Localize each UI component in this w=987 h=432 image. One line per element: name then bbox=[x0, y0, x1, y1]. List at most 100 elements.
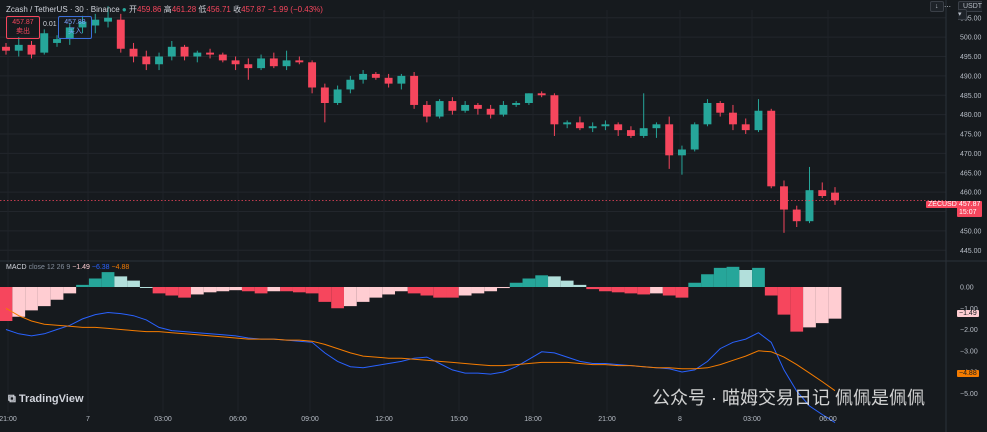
price-axis-label: 470.00 bbox=[960, 151, 982, 158]
candle-body bbox=[767, 110, 776, 187]
macd-axis-label: −5.00 bbox=[960, 391, 978, 398]
macd-histogram-bar bbox=[369, 287, 383, 298]
macd-legend: MACD close 12 26 9 −1.49 −6.38 −4.88 bbox=[6, 264, 129, 271]
macd-histogram-bar bbox=[25, 287, 38, 311]
candle-body bbox=[167, 46, 176, 57]
macd-histogram-bar bbox=[573, 284, 587, 287]
macd-histogram-bar bbox=[497, 287, 510, 289]
logo-text: TradingView bbox=[18, 393, 84, 405]
candle-body bbox=[473, 104, 482, 109]
candle-body bbox=[257, 58, 266, 69]
macd-axis-label: −3.00 bbox=[960, 348, 978, 355]
candle-body bbox=[486, 108, 495, 115]
candle-body bbox=[384, 77, 393, 84]
macd-histogram-bar bbox=[394, 287, 408, 292]
tv-icon: ⧉ bbox=[8, 393, 19, 405]
time-axis-label: 09:00 bbox=[301, 416, 319, 423]
price-axis-label: 465.00 bbox=[960, 170, 982, 177]
chart-canvas[interactable]: 445.00450.00455.00460.00465.00470.00475.… bbox=[0, 0, 987, 432]
macd-histogram-bar bbox=[76, 284, 89, 287]
more-icon[interactable]: ⋯ bbox=[944, 3, 951, 11]
macd-histogram-bar bbox=[127, 280, 140, 287]
macd-histogram-bar bbox=[560, 280, 574, 287]
buy-button[interactable]: 457.88 买入 bbox=[58, 16, 92, 39]
currency-select[interactable]: USDT ▾ bbox=[958, 1, 987, 20]
macd-histogram-bar bbox=[777, 287, 791, 315]
macd-histogram-bar bbox=[803, 287, 816, 328]
macd-hist-value: −1.49 bbox=[72, 264, 90, 271]
price-axis-label: 450.00 bbox=[960, 228, 982, 235]
candle-body bbox=[805, 190, 814, 222]
price-axis-label: 475.00 bbox=[960, 132, 982, 139]
close-value: 457.87 bbox=[241, 5, 266, 14]
macd-histogram-bar bbox=[828, 287, 842, 319]
candle-body bbox=[397, 75, 406, 84]
price-tag: 457.87 15:07 bbox=[957, 201, 983, 217]
macd-histogram-bar bbox=[637, 287, 651, 295]
candle-body bbox=[333, 89, 342, 103]
download-icon[interactable]: ↓ bbox=[930, 1, 944, 12]
candle-body bbox=[729, 112, 737, 125]
macd-histogram-bar bbox=[114, 276, 128, 287]
candle-body bbox=[448, 101, 457, 111]
macd-histogram-bar bbox=[662, 287, 676, 296]
macd-name: MACD bbox=[6, 264, 27, 271]
macd-histogram-bar bbox=[280, 287, 293, 292]
time-axis-label: 03:00 bbox=[154, 416, 172, 423]
price-axis-label: 485.00 bbox=[960, 93, 982, 100]
candle-body bbox=[678, 149, 686, 156]
macd-histogram-bar bbox=[101, 272, 115, 287]
macd-histogram-bar bbox=[382, 287, 395, 295]
candle-body bbox=[512, 103, 521, 105]
price-tag-value: 457.87 bbox=[959, 201, 981, 208]
macd-histogram-bar bbox=[471, 287, 485, 294]
price-axis-label: 460.00 bbox=[960, 190, 982, 197]
price-axis-label: 495.00 bbox=[960, 54, 982, 61]
macd-histogram-bar bbox=[178, 287, 191, 298]
tradingview-logo[interactable]: ⧉ TradingView bbox=[8, 393, 84, 406]
price-axis-label: 490.00 bbox=[960, 73, 982, 80]
macd-hist-tag: −1.49 bbox=[957, 310, 979, 317]
macd-histogram-bar bbox=[484, 287, 498, 292]
high-value: 461.28 bbox=[171, 5, 197, 14]
macd-histogram-bar bbox=[292, 287, 306, 293]
macd-histogram-bar bbox=[318, 287, 332, 302]
candle-body bbox=[371, 73, 380, 78]
macd-histogram-bar bbox=[599, 287, 612, 292]
macd-histogram-bar bbox=[752, 267, 765, 287]
sell-button[interactable]: 457.87 卖出 bbox=[6, 16, 40, 39]
candle-body bbox=[410, 75, 419, 105]
macd-histogram-bar bbox=[522, 278, 536, 287]
candle-body bbox=[563, 122, 572, 125]
macd-histogram-bar bbox=[152, 287, 166, 294]
macd-histogram-bar bbox=[650, 287, 663, 294]
low-value: 456.71 bbox=[206, 5, 231, 14]
time-axis-label: 15:00 bbox=[450, 416, 468, 423]
macd-histogram-bar bbox=[165, 287, 179, 296]
candle-body bbox=[116, 19, 125, 49]
candle-body bbox=[53, 39, 61, 43]
candle-body bbox=[2, 46, 10, 51]
candle-body bbox=[652, 124, 661, 129]
candle-body bbox=[129, 48, 138, 57]
candle-body bbox=[40, 33, 49, 53]
close-label: 收 bbox=[233, 5, 242, 14]
macd-histogram-bar bbox=[229, 287, 242, 291]
macd-histogram-bar bbox=[535, 275, 549, 287]
candle-body bbox=[231, 60, 240, 65]
macd-histogram-bar bbox=[611, 287, 625, 293]
macd-histogram-bar bbox=[343, 287, 357, 307]
open-label: 开 bbox=[129, 5, 137, 14]
macd-histogram-bar bbox=[458, 287, 472, 296]
buy-price: 457.88 bbox=[64, 19, 86, 26]
candle-body bbox=[104, 17, 112, 22]
macd-histogram-bar bbox=[701, 274, 714, 287]
macd-histogram-bar bbox=[267, 287, 281, 292]
macd-histogram-bar bbox=[433, 287, 447, 298]
high-label: 高 bbox=[163, 5, 172, 14]
macd-histogram-bar bbox=[12, 287, 26, 317]
candle-body bbox=[461, 104, 470, 111]
candle-body bbox=[716, 103, 725, 113]
macd-histogram-bar bbox=[203, 287, 217, 293]
macd-histogram-bar bbox=[241, 287, 255, 292]
